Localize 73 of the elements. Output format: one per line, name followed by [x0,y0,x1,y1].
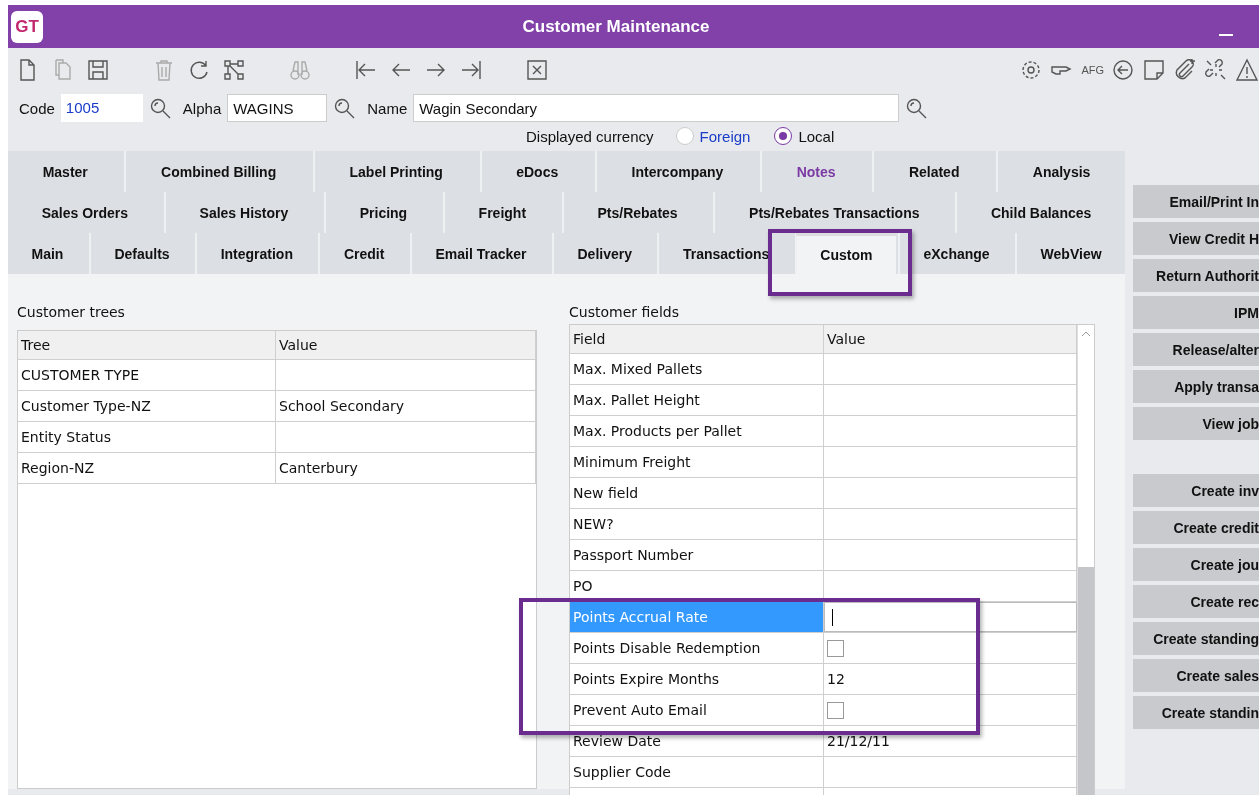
currency-label: Displayed currency [526,127,654,145]
field-label: Name [367,99,408,117]
first-record-icon[interactable] [354,58,378,82]
action-button[interactable]: Create sales [1133,659,1259,692]
action-button[interactable]: IPM [1133,296,1259,329]
table-cell[interactable]: Passport Number [570,540,824,570]
back-circle-icon[interactable] [1111,58,1135,82]
table-cell[interactable]: Minimum Freight [570,447,824,477]
input-field[interactable] [824,602,1077,632]
checkbox[interactable] [827,639,844,657]
table-cell[interactable]: Supplier Code [570,757,824,787]
text-cursor [832,608,833,626]
input-field[interactable]: 1005 [60,94,143,122]
action-button[interactable]: Create inv [1133,474,1259,507]
scrollbar-thumb[interactable] [1078,567,1094,795]
column-header: Value [276,331,536,359]
action-button[interactable]: Create standing [1133,622,1259,655]
table-cell[interactable]: Max. Mixed Pallets [570,354,824,384]
column-header: Tree [18,331,276,359]
action-button[interactable]: Create jou [1133,548,1259,581]
radio-label[interactable]: Local [798,127,835,145]
field-label: Code [19,99,55,117]
column-header: Field [570,325,824,353]
close-icon[interactable] [525,58,549,82]
table-cell[interactable]: Points Expire Months [570,664,824,694]
table-cell: Entity Status [18,422,276,452]
tab[interactable]: Custom [794,233,896,274]
action-button[interactable]: Create rec [1133,585,1259,618]
table-cell[interactable]: New field [570,478,824,508]
action-button[interactable]: Create credit [1133,511,1259,544]
table-cell[interactable]: Max. Products per Pallet [570,416,824,446]
input-field[interactable]: WAGINS [227,94,328,122]
table-cell[interactable]: Review Date [570,726,824,756]
scroll-up-icon[interactable] [1081,331,1091,337]
search-icon[interactable] [333,97,356,119]
action-button[interactable]: Email/Print In [1133,185,1259,218]
broken-link-icon[interactable] [1204,58,1228,82]
app-logo: GT [11,10,43,43]
save-icon[interactable] [86,58,110,82]
action-button[interactable]: Apply transa [1133,370,1259,403]
table-cell[interactable]: Points Disable Redemption [570,633,824,663]
action-button[interactable]: Release/alter [1133,333,1259,366]
refresh-icon[interactable] [187,58,211,82]
section-title: Customer fields [569,304,680,320]
paperclip-icon[interactable] [1173,58,1197,82]
action-button[interactable]: View job [1133,407,1259,440]
warning-icon[interactable] [1235,58,1259,82]
last-record-icon[interactable] [459,58,483,82]
table-cell: Customer Type-NZ [18,391,276,421]
input-field[interactable]: Wagin Secondary [413,94,900,122]
network-icon[interactable] [222,58,246,82]
toolbar-label[interactable]: AFG [1081,64,1104,76]
table-cell: Canterbury [276,453,536,483]
action-button[interactable]: Return Authorit [1133,259,1259,292]
table-cell[interactable]: Prevent Auto Email [570,695,824,725]
note-icon[interactable] [1142,58,1166,82]
radio-label[interactable]: Foreign [699,127,751,145]
radio-button[interactable] [774,127,793,145]
scrollbar[interactable] [1077,325,1094,795]
action-button[interactable]: Create standin [1133,696,1259,729]
table-cell[interactable]: PO [570,571,824,601]
section-title: Customer trees [17,304,126,322]
search-icon[interactable] [148,97,171,119]
action-button[interactable]: View Credit H [1133,222,1259,255]
table-cell: CUSTOMER TYPE [18,360,276,390]
table-cell[interactable]: Max. Pallet Height [570,385,824,415]
window-title: Customer Maintenance [521,16,711,37]
table-cell[interactable]: NEW? [570,509,824,539]
table-cell: Region-NZ [18,453,276,483]
field-label: Alpha [182,99,222,117]
table-cell: School Secondary [276,391,536,421]
search-icon[interactable] [905,97,928,119]
checkbox[interactable] [827,701,844,719]
